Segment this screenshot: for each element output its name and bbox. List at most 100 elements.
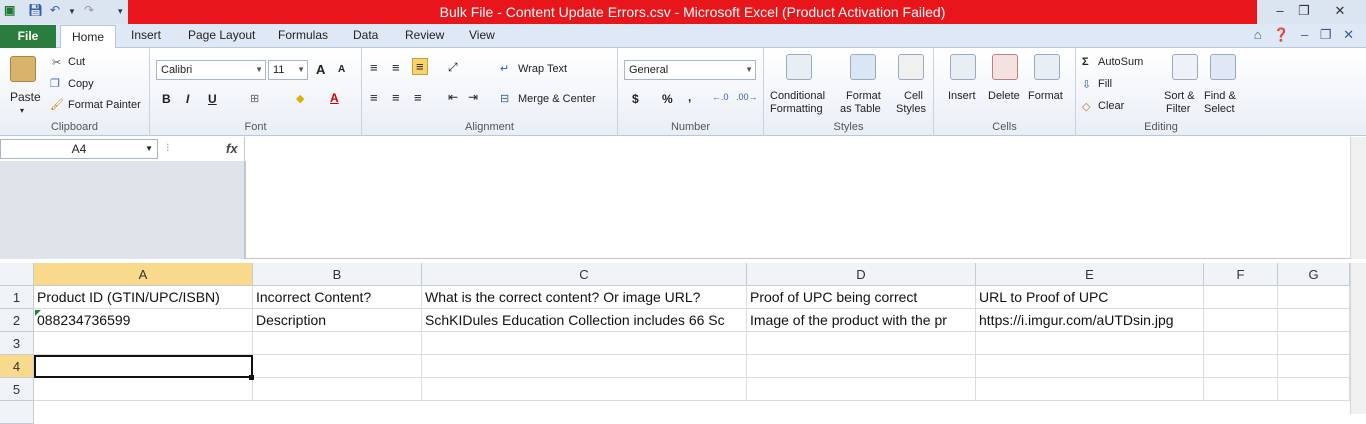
autosum-button[interactable]: AutoSum	[1098, 56, 1143, 68]
conditional-formatting-button[interactable]: Conditional	[770, 90, 825, 102]
sort-filter-button[interactable]: Sort &	[1164, 90, 1195, 102]
cell-d3[interactable]	[747, 332, 976, 355]
align-center-icon[interactable]: ≡	[392, 90, 400, 105]
format-cells-button[interactable]: Format	[1028, 90, 1063, 102]
cell-d5[interactable]	[747, 378, 976, 401]
cell-c4[interactable]	[422, 355, 747, 378]
column-header-e[interactable]: E	[976, 263, 1204, 286]
tab-file[interactable]: File	[0, 25, 56, 48]
row-header-6[interactable]	[0, 401, 34, 424]
delete-cells-icon[interactable]	[992, 54, 1018, 80]
cell-e4[interactable]	[976, 355, 1204, 378]
redo-icon[interactable]: ↷	[84, 3, 94, 21]
row-header-1[interactable]: 1	[0, 286, 34, 309]
format-as-table-icon[interactable]	[850, 54, 876, 80]
cell-b4[interactable]	[253, 355, 422, 378]
column-header-f[interactable]: F	[1204, 263, 1278, 286]
cell-styles-button[interactable]: Cell	[904, 90, 923, 102]
cell-d4[interactable]	[747, 355, 976, 378]
comma-button[interactable]: ,	[688, 90, 691, 104]
tab-page-layout[interactable]: Page Layout	[188, 28, 255, 42]
formula-expand-scrollbar[interactable]	[1350, 137, 1366, 259]
align-top-icon[interactable]: ≡	[370, 60, 378, 75]
tab-insert[interactable]: Insert	[131, 28, 161, 42]
tab-home[interactable]: Home	[60, 25, 116, 49]
tab-data[interactable]: Data	[353, 28, 378, 42]
cell-g4[interactable]	[1278, 355, 1350, 378]
format-painter-button[interactable]: Format Painter	[68, 99, 141, 111]
format-as-table-button[interactable]: Format	[846, 90, 881, 102]
underline-button[interactable]: U	[208, 92, 217, 106]
insert-function-button[interactable]: fx	[226, 141, 238, 156]
format-cells-icon[interactable]	[1034, 54, 1060, 80]
save-icon[interactable]: 💾︎	[28, 3, 43, 21]
column-header-g[interactable]: G	[1278, 263, 1350, 286]
insert-cells-button[interactable]: Insert	[948, 90, 976, 102]
align-middle-icon[interactable]: ≡	[392, 60, 400, 75]
sort-filter-icon[interactable]	[1172, 54, 1198, 80]
increase-indent-icon[interactable]: ⇥	[468, 90, 478, 104]
tab-review[interactable]: Review	[405, 28, 444, 42]
customize-toolbar-icon[interactable]: ▾	[118, 6, 123, 24]
sort-filter-line2[interactable]: Filter	[1166, 103, 1190, 115]
cell-e5[interactable]	[976, 378, 1204, 401]
delete-cells-button[interactable]: Delete	[988, 90, 1020, 102]
cut-icon[interactable]: ✂	[52, 56, 61, 69]
align-left-icon[interactable]: ≡	[370, 90, 378, 105]
grow-font-button[interactable]: A	[316, 62, 325, 77]
paste-button[interactable]: Paste	[10, 90, 41, 104]
cell-a4-active[interactable]	[34, 355, 253, 378]
cell-g2[interactable]	[1278, 309, 1350, 332]
undo-dropdown-icon[interactable]: ▼	[68, 7, 76, 25]
cell-e2[interactable]: https://i.imgur.com/aUTDsin.jpg	[976, 309, 1204, 332]
fill-icon[interactable]: ⇩	[1082, 78, 1091, 91]
font-name-combo[interactable]: Calibri ▼	[156, 60, 266, 80]
formula-input[interactable]	[248, 139, 1348, 257]
help-icon[interactable]: ⌂ ❓ – ❐ ✕	[1254, 27, 1358, 43]
decrease-indent-icon[interactable]: ⇤	[448, 90, 458, 104]
conditional-formatting-icon[interactable]	[786, 54, 812, 80]
column-header-a[interactable]: A	[34, 263, 253, 286]
borders-icon[interactable]: ⊞	[250, 92, 259, 105]
wrap-text-button[interactable]: Wrap Text	[518, 63, 567, 75]
format-as-table-line2[interactable]: as Table	[840, 103, 881, 115]
tab-view[interactable]: View	[469, 28, 495, 42]
tab-formulas[interactable]: Formulas	[278, 28, 328, 42]
percent-button[interactable]: %	[662, 92, 673, 106]
merge-center-icon[interactable]: ⊟	[500, 92, 509, 105]
row-header-4[interactable]: 4	[0, 355, 34, 378]
cell-a1[interactable]: Product ID (GTIN/UPC/ISBN)	[34, 286, 253, 309]
column-header-c[interactable]: C	[422, 263, 747, 286]
column-header-b[interactable]: B	[253, 263, 422, 286]
increase-decimal-icon[interactable]: ←.0	[712, 92, 729, 102]
find-select-line2[interactable]: Select	[1204, 103, 1235, 115]
column-header-d[interactable]: D	[747, 263, 976, 286]
format-painter-icon[interactable]: 🖌︎	[50, 98, 64, 111]
undo-icon[interactable]: ↶	[50, 3, 60, 21]
conditional-formatting-line2[interactable]: Formatting	[770, 103, 823, 115]
cell-f5[interactable]	[1204, 378, 1278, 401]
paste-dropdown-icon[interactable]: ▾	[20, 106, 24, 115]
cell-g5[interactable]	[1278, 378, 1350, 401]
restore-button[interactable]: ❐	[1286, 0, 1322, 22]
cell-g3[interactable]	[1278, 332, 1350, 355]
select-all-button[interactable]	[0, 263, 34, 286]
clear-icon[interactable]: ◇	[1082, 100, 1090, 113]
fill-color-icon[interactable]: ◆	[296, 92, 304, 105]
cell-b2[interactable]: Description	[253, 309, 422, 332]
cell-d1[interactable]: Proof of UPC being correct	[747, 286, 976, 309]
cell-b3[interactable]	[253, 332, 422, 355]
cell-a5[interactable]	[34, 378, 253, 401]
align-right-icon[interactable]: ≡	[414, 90, 422, 105]
cell-f4[interactable]	[1204, 355, 1278, 378]
cell-styles-icon[interactable]	[898, 54, 924, 80]
cell-g1[interactable]	[1278, 286, 1350, 309]
cell-d2[interactable]: Image of the product with the pr	[747, 309, 976, 332]
cell-a3[interactable]	[34, 332, 253, 355]
clear-button[interactable]: Clear	[1098, 100, 1124, 112]
font-color-button[interactable]: A	[330, 91, 339, 105]
wrap-text-icon[interactable]: ↵	[500, 62, 509, 75]
cell-a2[interactable]: 088234736599	[34, 309, 253, 332]
find-select-icon[interactable]	[1210, 54, 1236, 80]
bold-button[interactable]: B	[162, 92, 171, 106]
